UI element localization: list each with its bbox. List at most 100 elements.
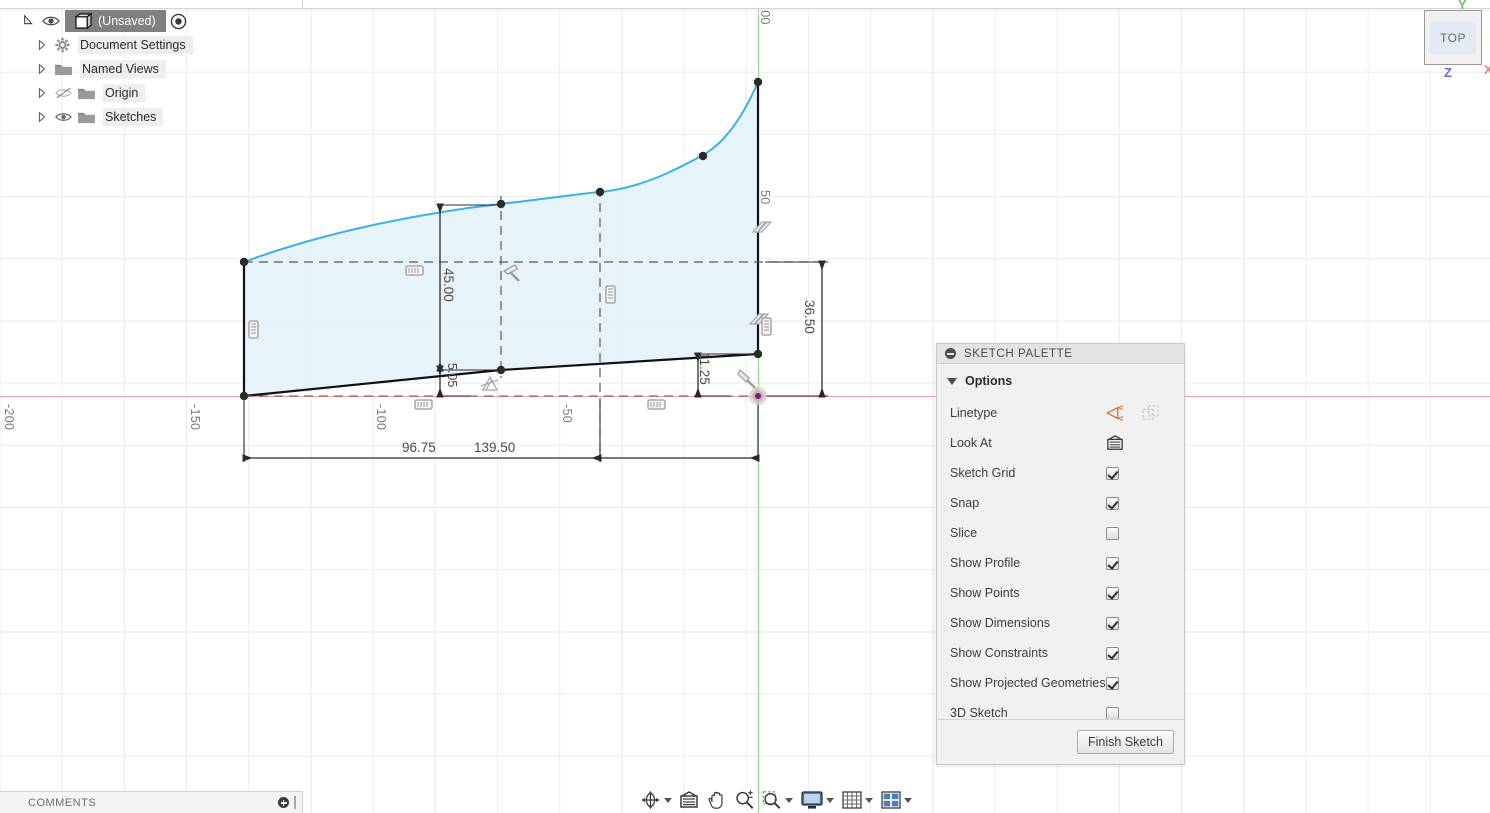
document-title: (Unsaved) <box>98 14 156 28</box>
expander-triangle-icon[interactable] <box>36 87 48 99</box>
dimension-label-139-50: 139.50 <box>474 440 516 455</box>
option-label: Linetype <box>950 406 998 420</box>
dimension-139-50[interactable] <box>600 400 760 462</box>
eye-hidden-icon[interactable] <box>54 86 73 100</box>
record-dot-icon[interactable] <box>170 13 187 30</box>
vertical-constraint-icon[interactable] <box>761 317 772 336</box>
browser-root-row[interactable]: (Unsaved) <box>0 9 303 33</box>
option-label: Show Dimensions <box>950 616 1051 630</box>
option-label: Show Projected Geometries <box>950 676 1106 690</box>
snap-checkbox[interactable] <box>1106 496 1119 510</box>
dimension-label-96-75: 96.75 <box>402 440 436 455</box>
horizontal-constraint-icon[interactable] <box>405 265 424 276</box>
browser-item-label: Sketches <box>103 108 164 126</box>
option-label: Show Points <box>950 586 1020 600</box>
option-row-show-profile[interactable]: Show Profile <box>937 548 1184 578</box>
option-row-show-projected-geometries[interactable]: Show Projected Geometries <box>937 668 1184 698</box>
chevron-down-icon[interactable] <box>785 797 793 803</box>
construction-line-icon[interactable] <box>1106 405 1126 421</box>
view-cube-label: TOP <box>1430 21 1476 54</box>
vertical-constraint-icon[interactable] <box>248 320 259 339</box>
chevron-down-icon[interactable] <box>826 797 834 803</box>
sketch-palette-panel[interactable]: SKETCH PALETTE Options Linetype Look At … <box>936 343 1185 765</box>
browser-tree[interactable]: (Unsaved) Document Settings Named Views … <box>0 9 303 129</box>
option-label: Slice <box>950 526 978 540</box>
pan-hand-icon[interactable] <box>707 790 726 810</box>
browser-item-sketches[interactable]: Sketches <box>0 105 303 129</box>
palette-title-label: SKETCH PALETTE <box>964 347 1073 360</box>
option-label: 3D Sketch <box>950 706 1008 720</box>
horizontal-constraint-icon[interactable] <box>647 399 666 410</box>
chevron-down-icon[interactable] <box>865 797 873 803</box>
chevron-down-icon[interactable] <box>664 797 672 803</box>
show-points-checkbox[interactable] <box>1106 586 1119 600</box>
x-tick--50: -50 <box>560 404 574 423</box>
zoom-icon[interactable] <box>734 790 755 810</box>
view-cube[interactable]: TOP Y Z X <box>1424 0 1490 80</box>
option-row-look-at[interactable]: Look At <box>937 428 1184 458</box>
palette-title-bar[interactable]: SKETCH PALETTE <box>937 344 1184 364</box>
document-chip[interactable]: (Unsaved) <box>65 10 166 32</box>
dimension-36-50[interactable] <box>765 260 828 398</box>
drag-grip-icon[interactable] <box>294 796 296 809</box>
minus-circle-icon[interactable] <box>945 348 956 359</box>
option-row-sketch-grid[interactable]: Sketch Grid <box>937 458 1184 488</box>
expander-triangle-icon[interactable] <box>36 39 48 51</box>
show-dimensions-checkbox[interactable] <box>1106 616 1119 630</box>
grid-snaps-icon[interactable] <box>842 791 876 809</box>
finish-sketch-button[interactable]: Finish Sketch <box>1076 730 1174 754</box>
expander-triangle-icon[interactable] <box>36 111 48 123</box>
browser-item-origin[interactable]: Origin <box>0 81 303 105</box>
options-section-header[interactable]: Options <box>937 364 1184 398</box>
look-at-icon[interactable] <box>679 791 699 809</box>
comments-label: COMMENTS <box>28 796 97 809</box>
eye-icon[interactable] <box>41 14 61 28</box>
chevron-down-icon[interactable] <box>904 797 912 803</box>
vertical-constraint-icon[interactable] <box>605 285 616 304</box>
caret-down-icon[interactable] <box>947 377 957 385</box>
3d-sketch-checkbox[interactable] <box>1106 706 1119 720</box>
browser-item-named-views[interactable]: Named Views <box>0 57 303 81</box>
horizontal-constraint-icon[interactable] <box>414 399 433 410</box>
navigation-bar[interactable] <box>640 788 915 812</box>
show-profile-checkbox[interactable] <box>1106 556 1119 570</box>
x-tick--100: -100 <box>374 404 388 431</box>
slice-checkbox[interactable] <box>1106 526 1119 540</box>
linetype-dashed-icon[interactable] <box>1142 405 1160 421</box>
show-projected-geometries-checkbox[interactable] <box>1106 676 1119 690</box>
option-label: Show Constraints <box>950 646 1048 660</box>
viewports-icon[interactable] <box>881 791 915 809</box>
option-row-slice[interactable]: Slice <box>937 518 1184 548</box>
coincident-constraint-icon[interactable] <box>480 375 499 391</box>
browser-item-label: Document Settings <box>78 36 193 54</box>
orbit-icon[interactable] <box>640 790 675 810</box>
display-settings-icon[interactable] <box>801 790 837 810</box>
option-label: Sketch Grid <box>950 466 1016 480</box>
dimension-label-5-05: 5.05 <box>445 363 459 388</box>
option-row-snap[interactable]: Snap <box>937 488 1184 518</box>
expander-triangle-icon[interactable] <box>36 63 48 75</box>
option-row-show-constraints[interactable]: Show Constraints <box>937 638 1184 668</box>
x-tick--150: -150 <box>188 404 202 431</box>
show-constraints-checkbox[interactable] <box>1106 646 1119 660</box>
browser-item-document-settings[interactable]: Document Settings <box>0 33 303 57</box>
look-at-icon[interactable] <box>1106 435 1124 451</box>
option-label: Snap <box>950 496 980 510</box>
option-row-show-points[interactable]: Show Points <box>937 578 1184 608</box>
view-cube-face[interactable]: TOP <box>1424 10 1482 65</box>
option-label: Show Profile <box>950 556 1021 570</box>
origin-marker[interactable] <box>749 387 767 405</box>
option-row-show-dimensions[interactable]: Show Dimensions <box>937 608 1184 638</box>
sketch-grid-checkbox[interactable] <box>1106 466 1119 480</box>
eye-icon[interactable] <box>54 110 73 124</box>
comments-bar[interactable]: COMMENTS <box>0 791 303 813</box>
option-row-linetype[interactable]: Linetype <box>937 398 1184 428</box>
toolbar-strip-left <box>0 0 303 8</box>
zoom-window-icon[interactable] <box>761 790 796 810</box>
folder-icon <box>78 88 95 99</box>
expander-triangle-icon[interactable] <box>22 14 36 28</box>
plus-circle-icon[interactable] <box>278 797 289 808</box>
options-section-label: Options <box>965 374 1013 388</box>
axis-label-z: Z <box>1444 65 1452 80</box>
toolbar-strip <box>0 0 1490 9</box>
